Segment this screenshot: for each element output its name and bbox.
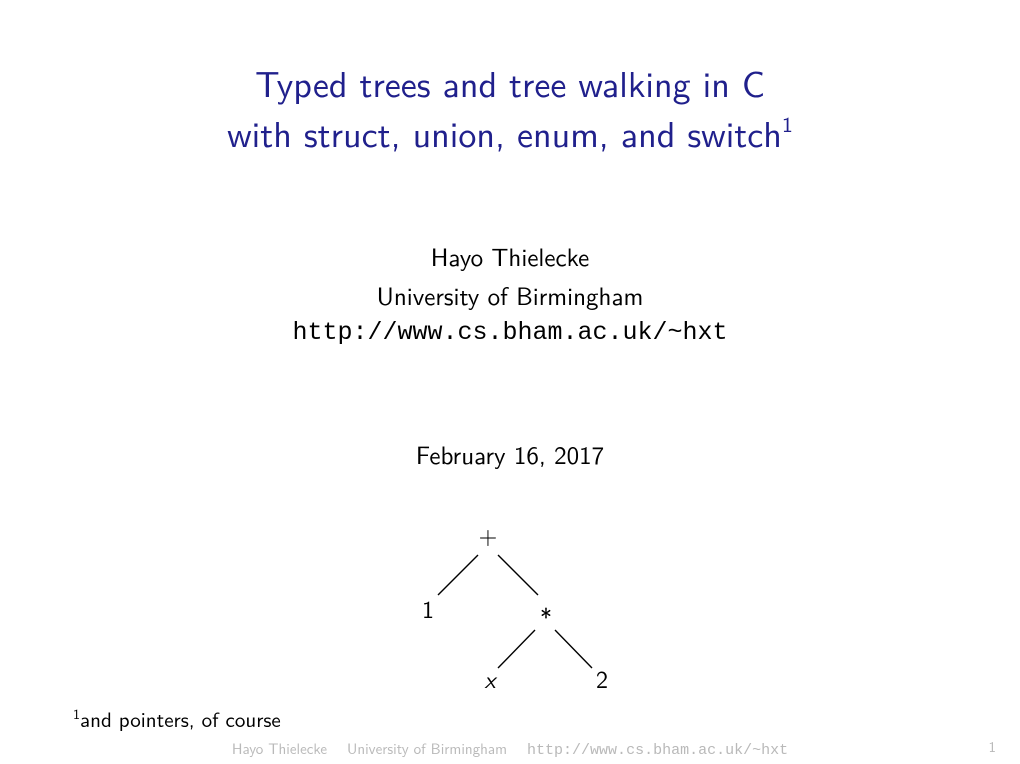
author-url[interactable]: http://www.cs.bham.ac.uk/~hxt [0, 314, 1020, 353]
tree-svg: + 1 ∗ x 2 [380, 520, 640, 690]
title-line-2-text: with struct, union, enum, and switch [227, 106, 782, 159]
tree-node-right-left: x [484, 661, 497, 690]
footer-url[interactable]: http://www.cs.bham.ac.uk/~hxt [527, 742, 788, 759]
title-footnote-ref: 1 [782, 107, 793, 139]
author-affiliation: University of Birmingham [0, 276, 1020, 315]
footer-page-number: 1 [988, 735, 996, 757]
footnote: 1and pointers, of course [73, 704, 281, 734]
slide-footer: Hayo Thielecke University of Birmingham … [0, 737, 1020, 757]
title-line-2: with struct, union, enum, and switch1 [0, 108, 1020, 158]
tree-node-left: 1 [422, 591, 434, 626]
slide-title: Typed trees and tree walking in C with s… [0, 0, 1020, 159]
tree-node-right-right: 2 [596, 661, 608, 690]
slide-date: February 16, 2017 [0, 435, 1020, 472]
footnote-marker: 1 [73, 704, 80, 724]
footer-author: Hayo Thielecke [232, 737, 327, 759]
tree-node-root: + [479, 520, 498, 552]
tree-node-right: ∗ [540, 592, 552, 627]
title-line-1: Typed trees and tree walking in C [0, 58, 1020, 108]
footnote-text: and pointers, of course [80, 704, 281, 734]
footer-affiliation: University of Birmingham [347, 737, 507, 759]
expression-tree-diagram: + 1 ∗ x 2 [0, 520, 1020, 695]
author-name: Hayo Thielecke [0, 237, 1020, 276]
author-block: Hayo Thielecke University of Birmingham … [0, 237, 1020, 353]
